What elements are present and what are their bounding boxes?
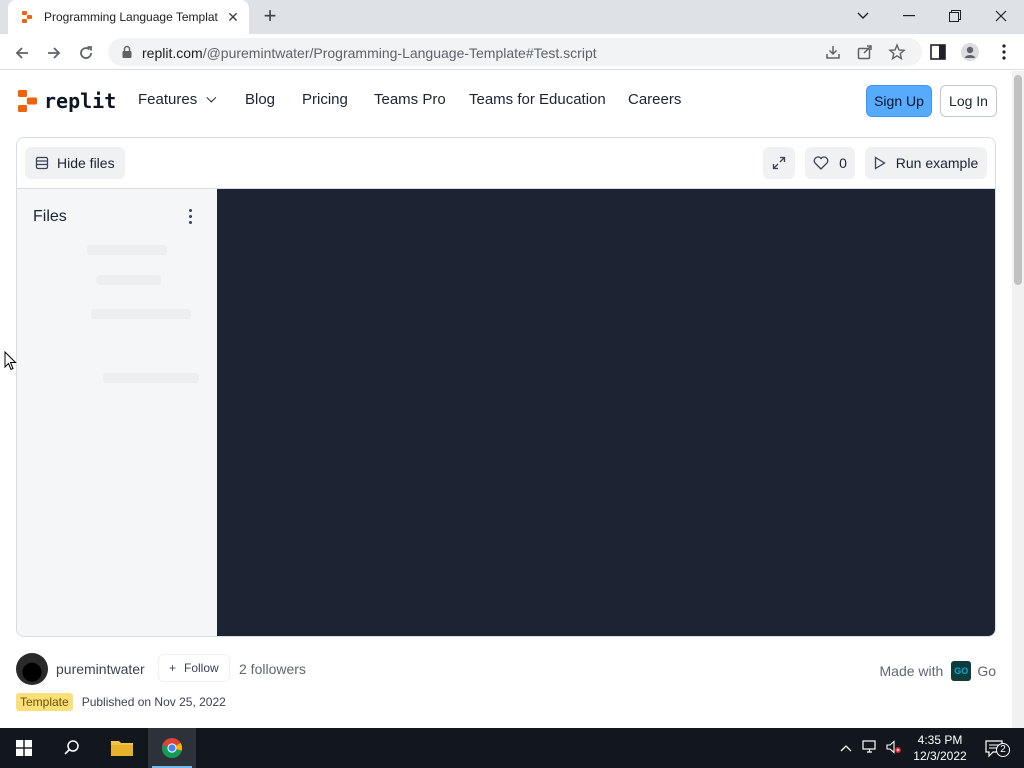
expand-button[interactable] [763, 147, 795, 179]
site-nav: replit Features Blog Pricing Teams Pro T… [0, 71, 1012, 131]
replit-favicon-icon [22, 11, 32, 23]
forward-icon[interactable] [42, 40, 66, 64]
run-example-button[interactable]: Run example [865, 147, 987, 179]
chrome-taskbar-button[interactable] [148, 728, 196, 768]
windows-taskbar: 4:35 PM 12/3/2022 2 [0, 728, 1024, 768]
files-sidebar: Files [17, 189, 217, 636]
chrome-menu-icon[interactable] [994, 42, 1014, 62]
nav-pricing[interactable]: Pricing [302, 91, 348, 108]
expand-icon [772, 156, 786, 170]
files-title: Files [33, 208, 67, 225]
system-clock[interactable]: 4:35 PM 12/3/2022 [910, 732, 970, 764]
like-count: 0 [839, 155, 847, 171]
go-language-icon: GO [951, 661, 972, 681]
back-icon[interactable] [10, 40, 34, 64]
close-window-icon[interactable] [978, 0, 1024, 30]
address-bar[interactable]: replit.com/@puremintwater/Programming-La… [108, 38, 922, 66]
web-page: replit Features Blog Pricing Teams Pro T… [0, 71, 1012, 728]
owner-row: puremintwater + Follow 2 followers Made w… [16, 653, 996, 685]
followers-count[interactable]: 2 followers [239, 661, 306, 677]
tab-title: Programming Language Templat [44, 10, 218, 24]
file-skeleton [103, 373, 199, 383]
clock-date: 12/3/2022 [913, 749, 967, 763]
nav-features-label: Features [138, 91, 198, 108]
volume-muted-icon[interactable] [886, 740, 902, 756]
folder-icon [111, 741, 133, 756]
hide-files-label: Hide files [57, 155, 115, 171]
code-editor[interactable] [217, 189, 995, 636]
run-example-label: Run example [895, 155, 979, 171]
browser-tabstrip: Programming Language Templat ✕ + [0, 0, 1024, 34]
tab-search-icon[interactable] [840, 0, 886, 30]
file-skeleton [87, 245, 167, 255]
hide-files-button[interactable]: Hide files [25, 147, 125, 179]
replit-logo[interactable]: replit [18, 89, 116, 113]
browser-tab[interactable]: Programming Language Templat ✕ [8, 0, 249, 34]
template-badge[interactable]: Template [16, 693, 73, 711]
sign-up-button[interactable]: Sign Up [866, 85, 932, 117]
replit-logo-icon [18, 90, 37, 112]
chevron-down-icon [206, 92, 217, 103]
repl-embed: Hide files 0 Run example Files [16, 137, 996, 637]
notification-count: 2 [996, 743, 1010, 757]
like-button[interactable]: 0 [805, 147, 855, 179]
logo-text: replit [44, 89, 117, 113]
nav-careers[interactable]: Careers [628, 91, 681, 108]
file-skeleton [91, 309, 191, 319]
follow-button[interactable]: + Follow [158, 654, 230, 682]
profile-icon[interactable] [960, 42, 980, 62]
heart-icon [813, 156, 829, 170]
side-panel-icon[interactable] [928, 42, 948, 62]
chrome-icon [161, 738, 183, 759]
lock-icon[interactable] [120, 45, 134, 59]
nav-features[interactable]: Features [138, 91, 217, 108]
made-with-label: Made with [879, 663, 944, 679]
plus-icon: + [169, 661, 177, 675]
mouse-cursor-icon [4, 351, 17, 371]
nav-blog[interactable]: Blog [245, 91, 275, 108]
search-button[interactable] [48, 728, 96, 768]
browser-toolbar: replit.com/@puremintwater/Programming-La… [0, 34, 1024, 70]
files-panel-icon [35, 156, 49, 170]
log-in-button[interactable]: Log In [940, 85, 997, 117]
play-icon [874, 156, 886, 170]
notification-center-icon[interactable]: 2 [984, 740, 1010, 758]
search-icon [64, 740, 79, 755]
clock-time: 4:35 PM [917, 733, 963, 747]
meta-row: Template Published on Nov 25, 2022 [16, 692, 226, 712]
share-icon[interactable] [856, 43, 874, 61]
restore-icon[interactable] [932, 0, 978, 30]
follow-label: Follow [184, 661, 219, 675]
more-options-icon[interactable] [189, 209, 193, 225]
language-name: Go [977, 663, 996, 679]
tray-chevron-up-icon[interactable] [838, 740, 854, 756]
nav-teams-pro[interactable]: Teams Pro [374, 91, 446, 108]
tab-close-icon[interactable]: ✕ [225, 9, 241, 25]
start-button[interactable] [0, 728, 48, 768]
reload-icon[interactable] [74, 40, 98, 64]
repl-header: Hide files 0 Run example [17, 138, 995, 189]
minimize-icon[interactable] [886, 0, 932, 30]
avatar[interactable] [16, 653, 48, 685]
scrollbar-thumb[interactable] [1014, 75, 1022, 285]
file-skeleton [97, 275, 161, 285]
file-explorer-button[interactable] [98, 728, 146, 768]
nav-teams-education[interactable]: Teams for Education [469, 91, 606, 108]
new-tab-icon[interactable]: + [259, 5, 281, 27]
made-with[interactable]: Made with GO Go [879, 661, 996, 681]
windows-logo-icon [16, 740, 32, 756]
bookmark-star-icon[interactable] [888, 43, 906, 61]
url-text[interactable]: replit.com/@puremintwater/Programming-La… [142, 45, 597, 61]
owner-name[interactable]: puremintwater [56, 661, 145, 677]
install-icon[interactable] [824, 43, 842, 61]
page-scrollbar[interactable] [1012, 71, 1024, 728]
published-date: Published on Nov 25, 2022 [81, 695, 226, 709]
network-icon[interactable] [862, 740, 878, 756]
